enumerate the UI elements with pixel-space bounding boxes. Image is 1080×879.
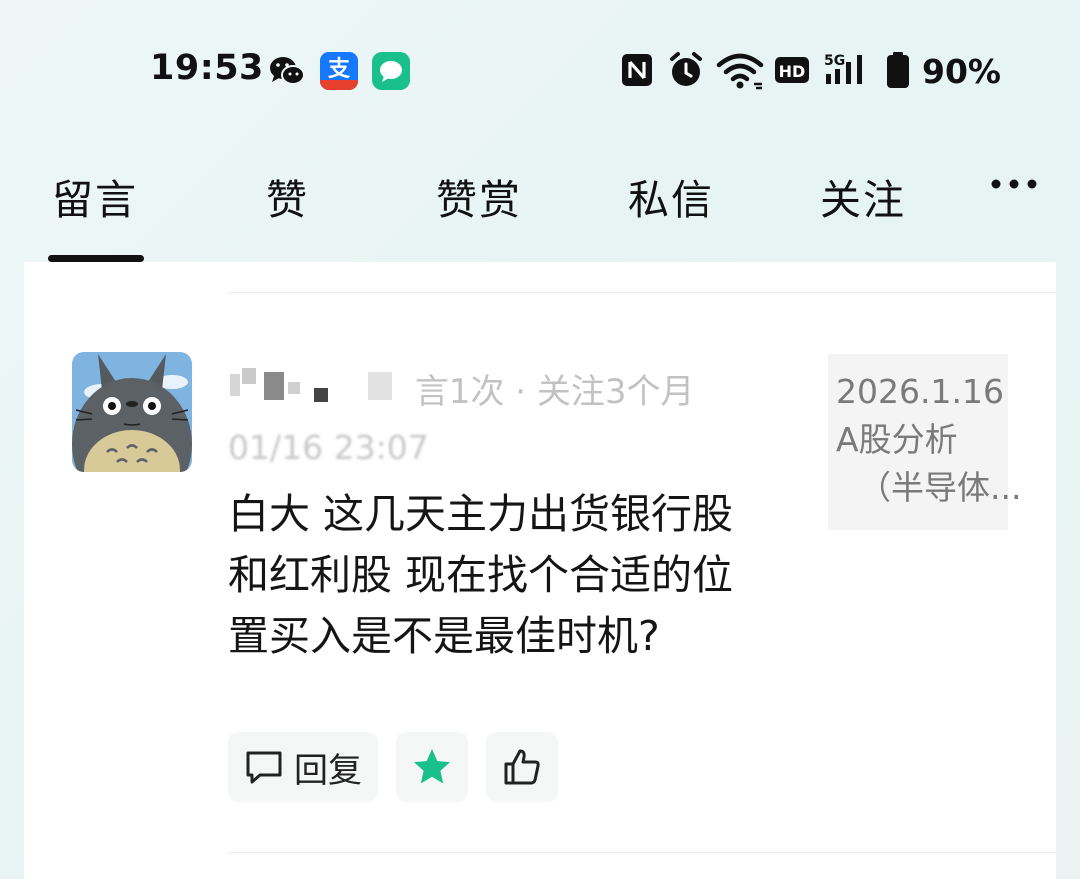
reply-label: 回复 xyxy=(294,750,362,791)
like-button[interactable] xyxy=(486,732,558,802)
tab-messages[interactable]: 私信 xyxy=(628,166,714,226)
alipay-glyph: 支 xyxy=(328,57,351,82)
tab-rewards[interactable]: 赞赏 xyxy=(436,166,522,226)
network-label: 5G xyxy=(824,53,845,69)
nfc-icon xyxy=(622,54,652,86)
message-app-icon xyxy=(372,52,410,90)
signal-5g-icon: 5G xyxy=(824,53,862,84)
battery-percentage: 90% xyxy=(922,52,1001,91)
comment-timestamp: 01/16 23:07 xyxy=(228,428,429,467)
tab-comments[interactable]: 留言 xyxy=(52,166,138,226)
hd-icon: HD xyxy=(775,57,809,83)
user-meta: 言1次 · 关注3个月 xyxy=(228,364,695,413)
obscured-username xyxy=(228,364,404,413)
user-meta-text: 言1次 · 关注3个月 xyxy=(414,372,695,412)
alarm-icon xyxy=(670,52,702,86)
status-bar: 19:53 支 HD 5G 90% xyxy=(0,0,1080,140)
article-date: 2026.1.16 xyxy=(836,372,1004,411)
alipay-icon: 支 xyxy=(320,52,358,90)
star-button[interactable] xyxy=(396,732,468,802)
tab-bar: 留言 赞 赞赏 私信 关注 xyxy=(0,150,1080,265)
battery-icon xyxy=(887,52,909,88)
divider xyxy=(228,852,1056,853)
hd-label: HD xyxy=(779,62,806,81)
article-subtitle: （半导体... xyxy=(858,468,1022,507)
comment-text: 白大 这几天主力出货银行股和红利股 现在找个合适的位置买入是不是最佳时机? xyxy=(228,490,734,660)
divider xyxy=(228,292,1056,293)
star-icon xyxy=(414,749,450,784)
comment-card: 言1次 · 关注3个月 01/16 23:07 白大 这几天主力出货银行股和红利… xyxy=(24,262,1056,879)
tab-follows[interactable]: 关注 xyxy=(820,166,906,226)
article-title: A股分析 xyxy=(836,420,958,459)
thumbs-up-icon xyxy=(504,749,540,785)
avatar[interactable] xyxy=(72,352,192,472)
status-time: 19:53 xyxy=(150,48,264,88)
reply-button[interactable]: 回复 xyxy=(228,732,378,802)
active-tab-indicator xyxy=(48,255,144,262)
tab-likes[interactable]: 赞 xyxy=(266,166,309,226)
more-dots-icon[interactable] xyxy=(988,176,1044,192)
wifi-icon xyxy=(716,53,764,90)
wechat-icon xyxy=(270,57,305,85)
referenced-article[interactable]: 2026.1.16 A股分析 （半导体... xyxy=(828,354,1022,530)
comment-icon xyxy=(246,751,282,784)
